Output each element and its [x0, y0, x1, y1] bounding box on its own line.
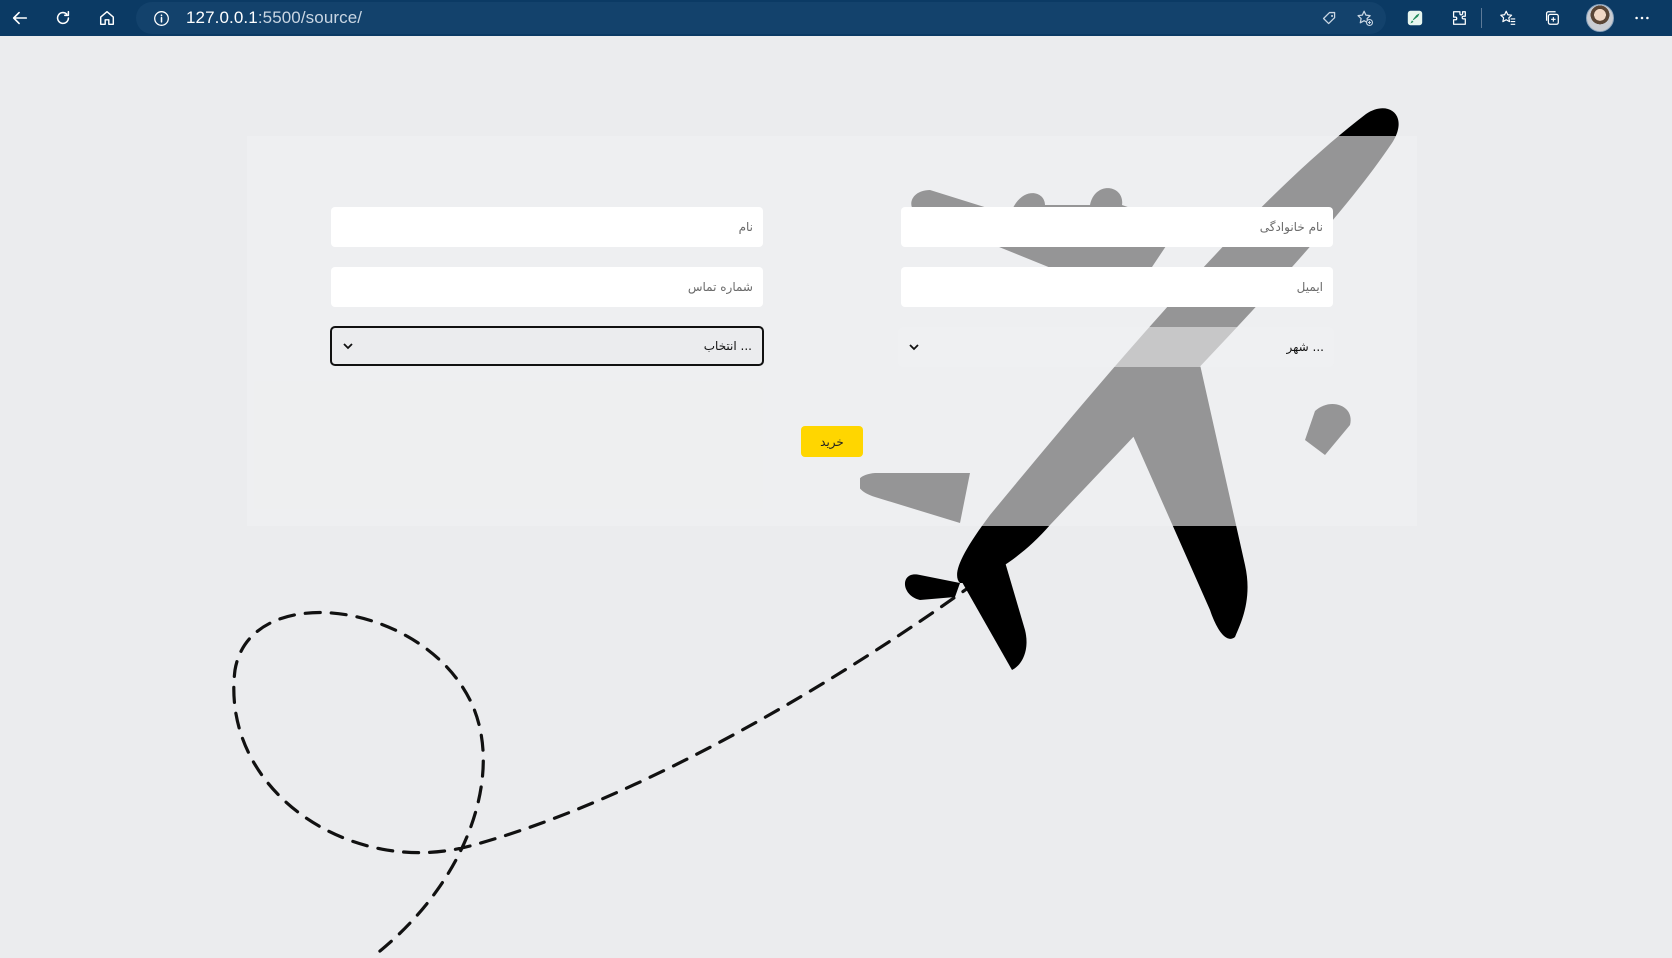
last-name-input[interactable]: نام خانوادگی [901, 207, 1333, 247]
email-input[interactable]: ایمیل [901, 267, 1333, 307]
email-placeholder: ایمیل [1296, 280, 1323, 294]
first-name-placeholder: نام [738, 220, 753, 234]
phone-input[interactable]: شماره تماس [331, 267, 763, 307]
option-select[interactable]: انتخاب ... [330, 326, 764, 366]
first-name-input[interactable]: نام [331, 207, 763, 247]
chevron-down-icon [909, 344, 919, 351]
phone-placeholder: شماره تماس [687, 280, 753, 294]
option-select-value: انتخاب ... [703, 339, 752, 353]
chevron-down-icon [343, 343, 353, 350]
last-name-placeholder: نام خانوادگی [1259, 220, 1323, 234]
city-select[interactable]: شهر ... [898, 327, 1334, 367]
buy-button-label: خرید [820, 434, 844, 449]
city-select-value: شهر ... [1286, 340, 1324, 354]
buy-button[interactable]: خرید [801, 426, 863, 457]
